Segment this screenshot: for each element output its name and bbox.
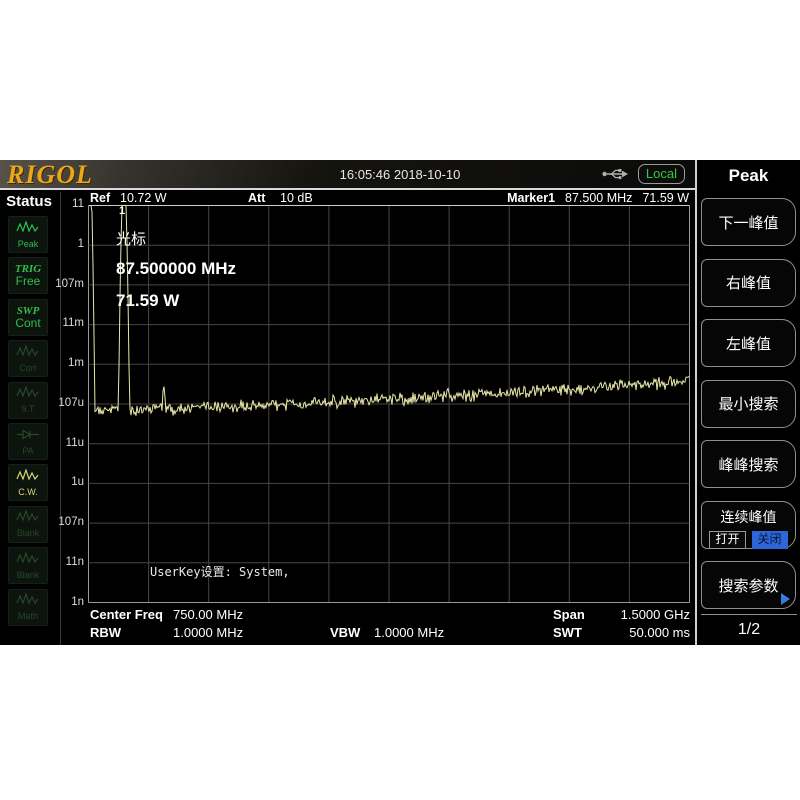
y-tick: 107u xyxy=(58,396,84,409)
rbw-value: 1.0000 MHz xyxy=(173,625,244,640)
marker-readout-power: 71.59 W xyxy=(642,191,689,205)
timestamp: 16:05:46 2018-10-10 xyxy=(339,167,461,182)
ref-value: 10.72 W xyxy=(120,191,167,205)
rigol-logo: RIGOL xyxy=(7,160,93,189)
swt-value: 50.000 ms xyxy=(629,625,690,640)
waveform-icon xyxy=(16,219,40,239)
y-tick: 1m xyxy=(68,357,84,369)
swp-status: SWP Cont xyxy=(8,298,48,336)
marker-info-power: 71.59 W xyxy=(116,291,180,310)
y-tick: 11m xyxy=(62,317,84,330)
vbw-label: VBW xyxy=(330,625,361,640)
ref-label: Ref xyxy=(90,191,111,205)
swp-status-label: Cont xyxy=(15,315,41,330)
blank-status-1: Blank xyxy=(8,505,48,543)
softkey-search-params[interactable]: 搜索参数 xyxy=(701,561,796,609)
usb-icon xyxy=(602,169,628,180)
center-freq-label: Center Freq xyxy=(90,607,163,622)
marker-readout-freq: 87.500 MHz xyxy=(565,191,633,205)
att-value: 10 dB xyxy=(280,191,313,205)
softkey-peak-peak-search[interactable]: 峰峰搜索 xyxy=(701,440,796,488)
y-tick: 107n xyxy=(58,516,84,528)
softkey-left-peak[interactable]: 左峰值 xyxy=(701,319,796,367)
waveform-icon xyxy=(16,550,40,570)
pa-status-label: PA xyxy=(22,445,34,456)
softkey-label: 连续峰值 xyxy=(720,508,777,525)
span-value: 1.5000 GHz xyxy=(620,607,690,622)
trig-status-label: Free xyxy=(15,274,41,289)
vbw-value: 1.0000 MHz xyxy=(374,625,445,640)
status-title: Status xyxy=(6,193,52,210)
y-axis-labels: 11 1 107m 11m 1m 107u 11u 1u 107n 11n 1n xyxy=(55,198,86,608)
plot-header: Ref 10.72 W Att 10 dB Marker1 87.500 MHz… xyxy=(88,191,690,205)
waveform-icon xyxy=(16,467,40,487)
cw-status: C.W. xyxy=(8,464,48,502)
marker-flag: 1 xyxy=(119,205,126,217)
waveform-icon xyxy=(16,592,40,611)
trig-status: TRIG Free xyxy=(8,257,48,295)
top-bar: RIGOL 16:05:46 2018-10-10 Local xyxy=(0,160,695,190)
waveform-icon xyxy=(16,385,40,404)
softkey-label: 左峰值 xyxy=(725,335,771,353)
softkey-label: 下一峰值 xyxy=(718,214,779,232)
submenu-arrow-icon xyxy=(781,593,790,605)
y-tick: 11u xyxy=(65,436,84,449)
amplifier-icon xyxy=(16,428,40,446)
trace-status: 9.T xyxy=(8,381,48,419)
toggle-on-option[interactable]: 打开 xyxy=(709,530,746,549)
waveform-icon xyxy=(16,343,40,363)
y-tick: 1u xyxy=(71,476,84,489)
toggle-off-option[interactable]: 关闭 xyxy=(751,530,788,549)
softkey-label: 右峰值 xyxy=(725,275,771,292)
y-tick: 11n xyxy=(65,555,84,568)
marker-info-box: 光标 87.500000 MHz 71.59 W xyxy=(116,228,236,311)
softkey-continuous-peak[interactable]: 连续峰值打开 关闭 xyxy=(701,500,796,549)
peak-status-label: Peak xyxy=(17,238,39,249)
corr-status-label: Corr xyxy=(19,362,37,373)
math-status-label: Math xyxy=(17,611,38,622)
softkey-min-search[interactable]: 最小搜索 xyxy=(701,379,796,428)
cw-status-label: C.W. xyxy=(18,486,38,497)
bottom-settings-bar: Center Freq 750.00 MHz Span 1.5000 GHz R… xyxy=(60,604,696,645)
softkey-label: 搜索参数 xyxy=(718,577,779,595)
pa-status: PA xyxy=(8,423,48,460)
math-status: Math xyxy=(8,588,48,626)
center-freq-value: 750.00 MHz xyxy=(173,607,244,622)
analyzer-screen: RIGOL 16:05:46 2018-10-10 Local Status P… xyxy=(0,160,800,645)
waveform-icon xyxy=(16,509,40,528)
y-tick: 1 xyxy=(77,237,84,250)
marker-info-title: 光标 xyxy=(116,231,147,248)
marker-readout-label: Marker1 xyxy=(507,191,556,205)
swp-status-abbr: SWP xyxy=(16,304,40,317)
trace-status-label: 9.T xyxy=(21,404,35,415)
menu-page-indicator[interactable]: 1/2 xyxy=(701,614,797,643)
y-tick: 11 xyxy=(72,198,84,210)
softkey-right-peak[interactable]: 右峰值 xyxy=(701,258,796,307)
att-label: Att xyxy=(248,191,266,205)
y-tick: 107m xyxy=(55,277,84,290)
softkey-label: 峰峰搜索 xyxy=(718,456,779,474)
softkey-label: 最小搜索 xyxy=(718,396,779,413)
blank-status-2-label: Blank xyxy=(16,569,40,580)
local-badge: Local xyxy=(637,164,685,184)
blank-status-1-label: Blank xyxy=(16,528,40,539)
userkey-message: UserKey设置: System, xyxy=(150,565,290,579)
peak-status: Peak xyxy=(8,216,48,253)
peak-softkey-menu: Peak 下一峰值右峰值左峰值最小搜索峰峰搜索连续峰值打开 关闭搜索参数 1/2 xyxy=(695,160,800,645)
corr-status: Corr xyxy=(8,340,48,378)
swt-label: SWT xyxy=(553,625,582,640)
spectrum-plot: 1 光标 87.500000 MHz 71.59 W UserKey设置: Sy… xyxy=(88,205,690,603)
toggle-row: 打开 关闭 xyxy=(709,530,788,549)
span-label: Span xyxy=(553,607,585,622)
softkey-next-peak[interactable]: 下一峰值 xyxy=(701,198,796,246)
marker-info-freq: 87.500000 MHz xyxy=(116,259,237,278)
blank-status-2: Blank xyxy=(8,547,48,585)
rbw-label: RBW xyxy=(90,625,122,640)
menu-title: Peak xyxy=(728,166,769,185)
